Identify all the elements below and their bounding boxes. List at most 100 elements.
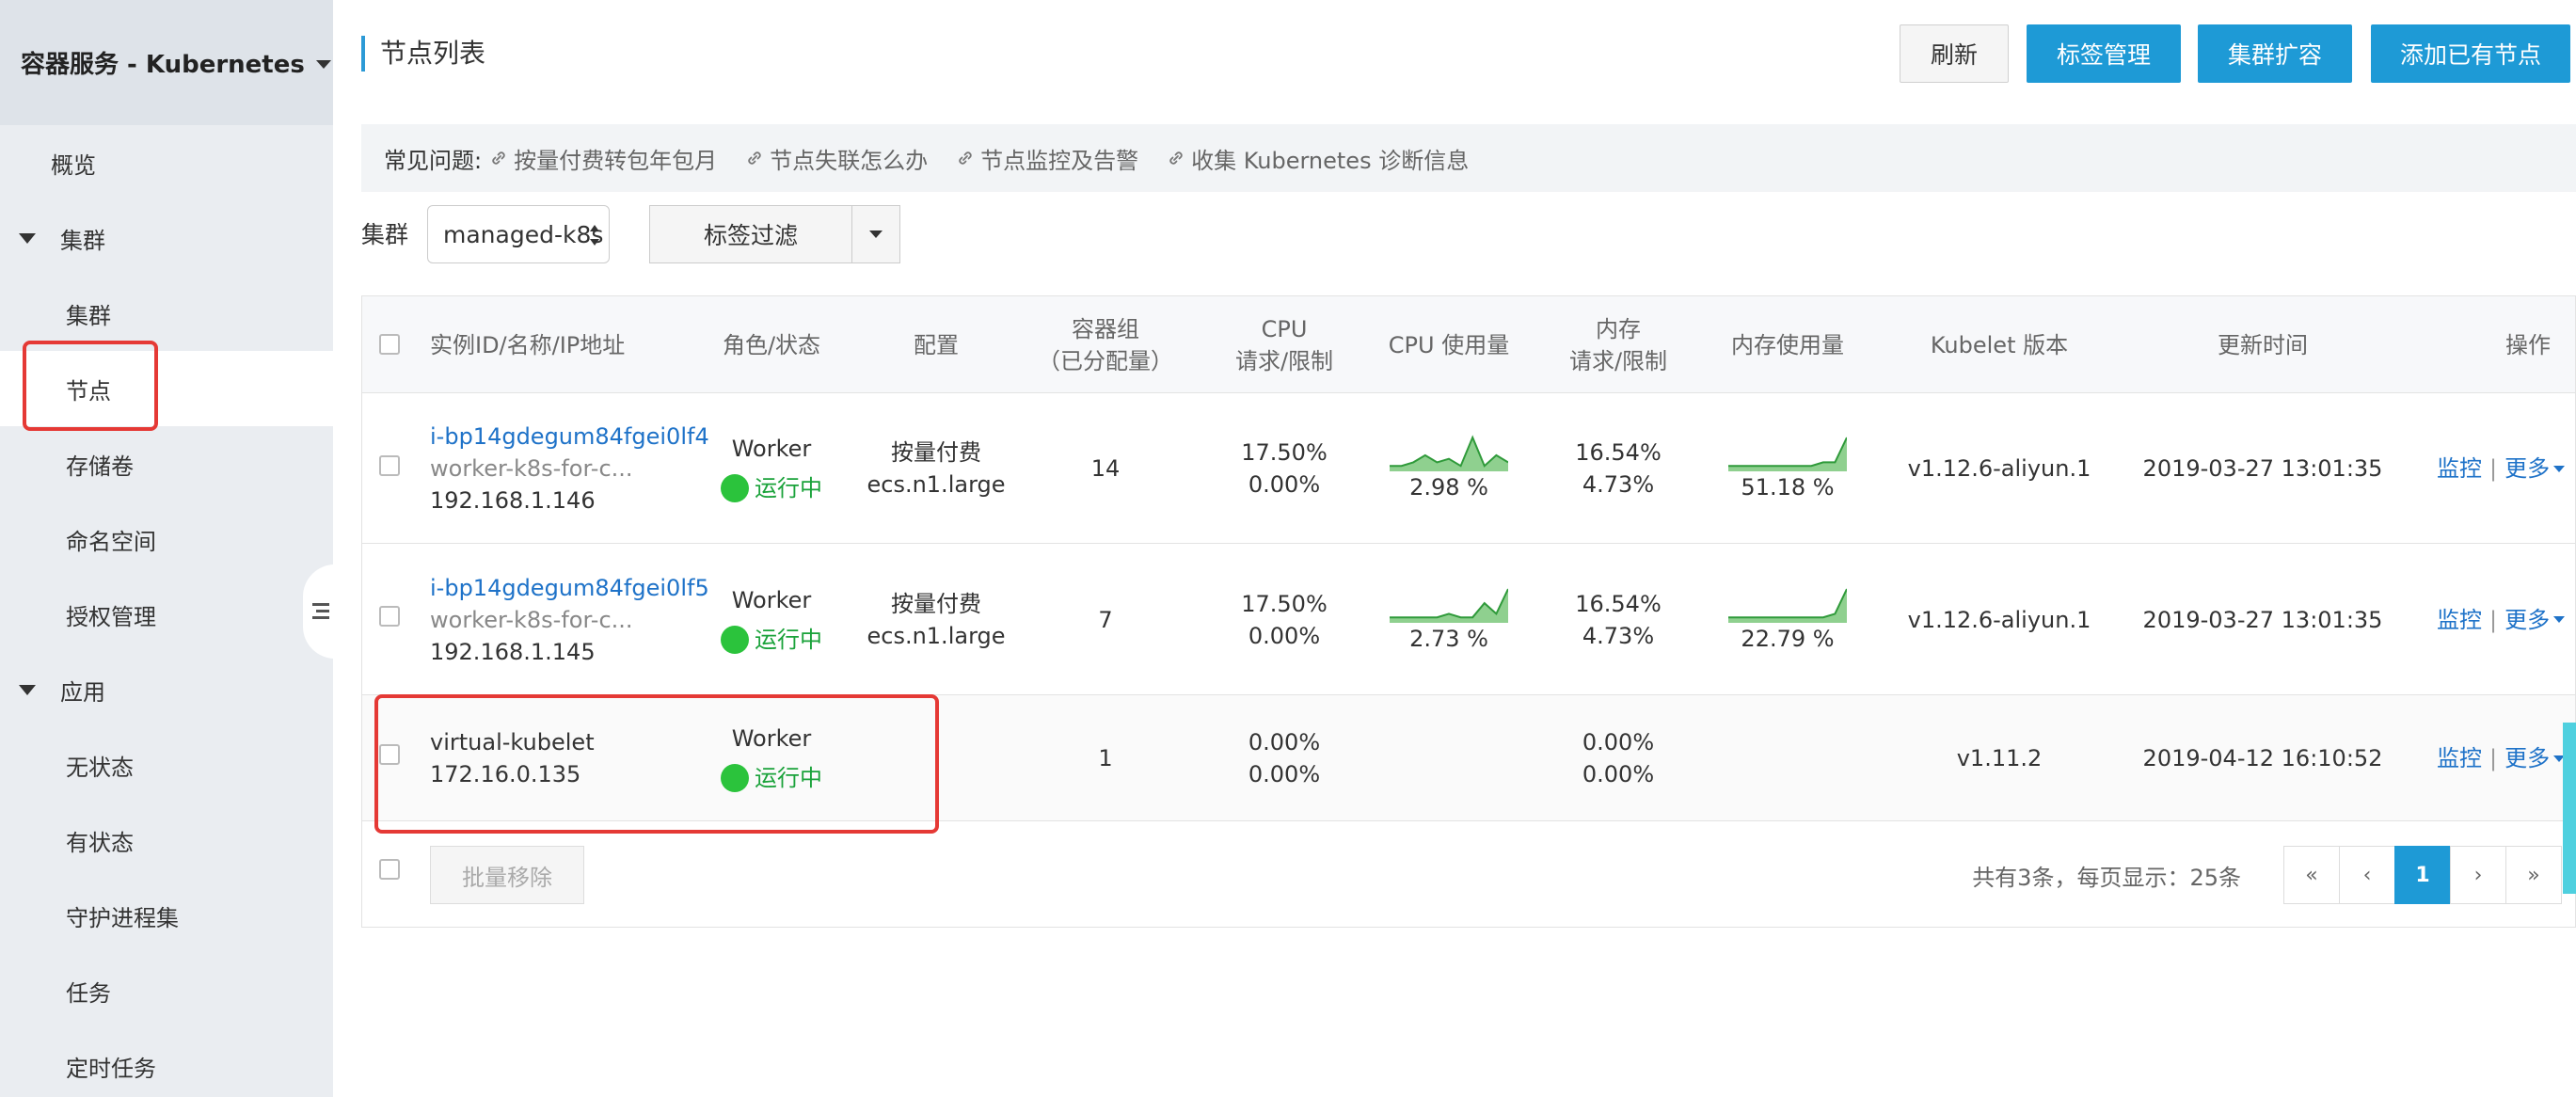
cpu-usage-value: 2.73 % [1409,625,1488,652]
col-cpu-line1: CPU [1261,315,1308,342]
tag-filter-dropdown[interactable] [851,205,900,263]
monitor-link[interactable]: 监控 [2437,604,2482,636]
link-icon [492,151,505,165]
pods-cell: 7 [1098,606,1113,633]
faq-link-monitoring[interactable]: 节点监控及告警 [956,142,1138,175]
more-link[interactable]: 更多 [2504,604,2550,636]
kubelet-cell: v1.11.2 [1956,745,2043,771]
instance-id-link[interactable]: i-bp14gdegum84fgei0lf4 [430,421,712,453]
sidebar: 容器服务 - Kubernetes 概览 集群 集群 节点 存储卷 命名空间 授… [0,0,335,1097]
instance-name: worker-k8s-for-c... [430,606,633,633]
ops-cell: 监控 | 更多 [2437,393,2576,544]
monitor-link[interactable]: 监控 [2437,453,2482,485]
status-badge: 运行中 [721,472,822,504]
cpu-limit: 0.00% [1248,622,1321,649]
mem-limit: 0.00% [1582,761,1655,787]
role-cell: Worker 运行中 [710,544,833,695]
sidebar-item-deployments[interactable]: 无状态 [0,727,333,803]
sidebar-item-label: 定时任务 [66,1055,156,1082]
sidebar-collapse-toggle[interactable] [303,564,335,659]
ops-separator: | [2489,606,2498,633]
sidebar-item-clusters[interactable]: 集群 [0,276,333,351]
pagination: « ‹ 1 › » [2283,846,2562,904]
faq-link-label: 按量付费转包年包月 [514,147,718,174]
sidebar-item-cronjobs[interactable]: 定时任务 [0,1028,333,1097]
last-page-button[interactable]: » [2505,846,2562,904]
col-mem-line2: 请求/限制 [1568,347,1668,374]
sidebar-item-overview[interactable]: 概览 [0,125,333,200]
faq-link-node-lost[interactable]: 节点失联怎么办 [745,142,928,175]
tag-filter-button[interactable]: 标签过滤 [649,205,852,263]
more-link[interactable]: 更多 [2504,742,2550,774]
sidebar-group-apps[interactable]: 应用 [0,652,333,727]
billing-type: 按量付费 [891,439,981,466]
instance-ip: 192.168.1.145 [430,638,596,665]
bulk-remove-button[interactable]: 批量移除 [430,846,584,904]
row-checkbox[interactable] [379,455,400,476]
first-page-button[interactable]: « [2283,846,2340,904]
cluster-filter-label: 集群 [361,221,409,248]
instance-id-link[interactable]: i-bp14gdegum84fgei0lf5 [430,572,712,604]
mem-request: 16.54% [1575,590,1662,617]
role-cell: Worker 运行中 [710,393,833,544]
refresh-button[interactable]: 刷新 [1900,24,2009,83]
scale-cluster-button[interactable]: 集群扩容 [2198,24,2352,83]
sidebar-item-volumes[interactable]: 存储卷 [0,426,333,501]
sidebar-item-label: 任务 [66,979,111,1007]
col-config: 配置 [914,331,959,358]
more-link[interactable]: 更多 [2504,453,2550,485]
role-label: Worker [731,436,812,462]
pods-cell: 14 [1090,455,1121,482]
mem-request: 16.54% [1575,439,1662,466]
page-1-button[interactable]: 1 [2394,846,2451,904]
next-page-button[interactable]: › [2450,846,2506,904]
main-content: 节点列表 刷新 标签管理 集群扩容 添加已有节点 常见问题: 按量付费转包年包月… [333,0,2576,1097]
link-icon [959,151,972,165]
select-all-checkbox[interactable] [379,334,400,355]
table-row: i-bp14gdegum84fgei0lf4 worker-k8s-for-c.… [362,393,2575,544]
sidebar-item-statefulsets[interactable]: 有状态 [0,803,333,878]
sidebar-item-authorization[interactable]: 授权管理 [0,577,333,652]
faq-bar: 常见问题: 按量付费转包年包月 节点失联怎么办 节点监控及告警 收集 Kuber… [361,124,2576,192]
col-updated: 更新时间 [2218,331,2308,358]
scrollbar-edge[interactable] [2563,723,2576,894]
mem-cell: 16.54% 4.73% [1543,393,1693,544]
sidebar-item-label: 存储卷 [66,453,134,480]
status-label: 运行中 [755,626,822,653]
sidebar-group-cluster[interactable]: 集群 [0,200,333,276]
row-checkbox[interactable] [379,606,400,627]
sidebar-item-daemonsets[interactable]: 守护进程集 [0,878,333,953]
add-existing-node-button[interactable]: 添加已有节点 [2371,24,2570,83]
cpu-sparkline [1390,588,1508,623]
faq-link-diagnostics[interactable]: 收集 Kubernetes 诊断信息 [1167,142,1469,175]
mem-cell: 16.54% 4.73% [1543,544,1693,695]
sidebar-item-jobs[interactable]: 任务 [0,953,333,1028]
col-pods-line2: （已分配量） [1038,347,1173,374]
cluster-select[interactable]: managed-k8s [427,205,610,263]
prev-page-button[interactable]: ‹ [2339,846,2395,904]
mem-request: 0.00% [1582,729,1655,755]
faq-label: 常见问题: [384,147,483,174]
sidebar-item-label: 守护进程集 [66,904,179,931]
mem-usage-value: 22.79 % [1741,625,1835,652]
product-switcher[interactable]: 容器服务 - Kubernetes [0,0,333,125]
sidebar-item-namespaces[interactable]: 命名空间 [0,501,333,577]
updated-cell: 2019-04-12 16:10:52 [2142,745,2383,771]
cpu-cell: 17.50% 0.00% [1209,544,1360,695]
faq-link-billing[interactable]: 按量付费转包年包月 [489,142,717,175]
label-management-button[interactable]: 标签管理 [2027,24,2181,83]
link-icon [748,151,761,165]
status-label: 运行中 [755,475,822,501]
instance-cell: i-bp14gdegum84fgei0lf4 worker-k8s-for-c.… [430,393,712,544]
caret-down-icon [19,232,36,244]
pods-cell: 1 [1098,745,1113,771]
mem-sparkline [1728,437,1847,471]
status-dot-icon [721,625,749,654]
cpu-usage-cell: 2.98 % [1360,393,1538,544]
chevron-down-icon [869,231,883,238]
kubelet-cell: v1.12.6-aliyun.1 [1907,455,2091,482]
monitor-link[interactable]: 监控 [2437,742,2482,774]
ops-cell: 监控 | 更多 [2437,544,2576,695]
footer-select-all-checkbox[interactable] [379,859,400,880]
col-cpu-usage: CPU 使用量 [1388,331,1510,358]
